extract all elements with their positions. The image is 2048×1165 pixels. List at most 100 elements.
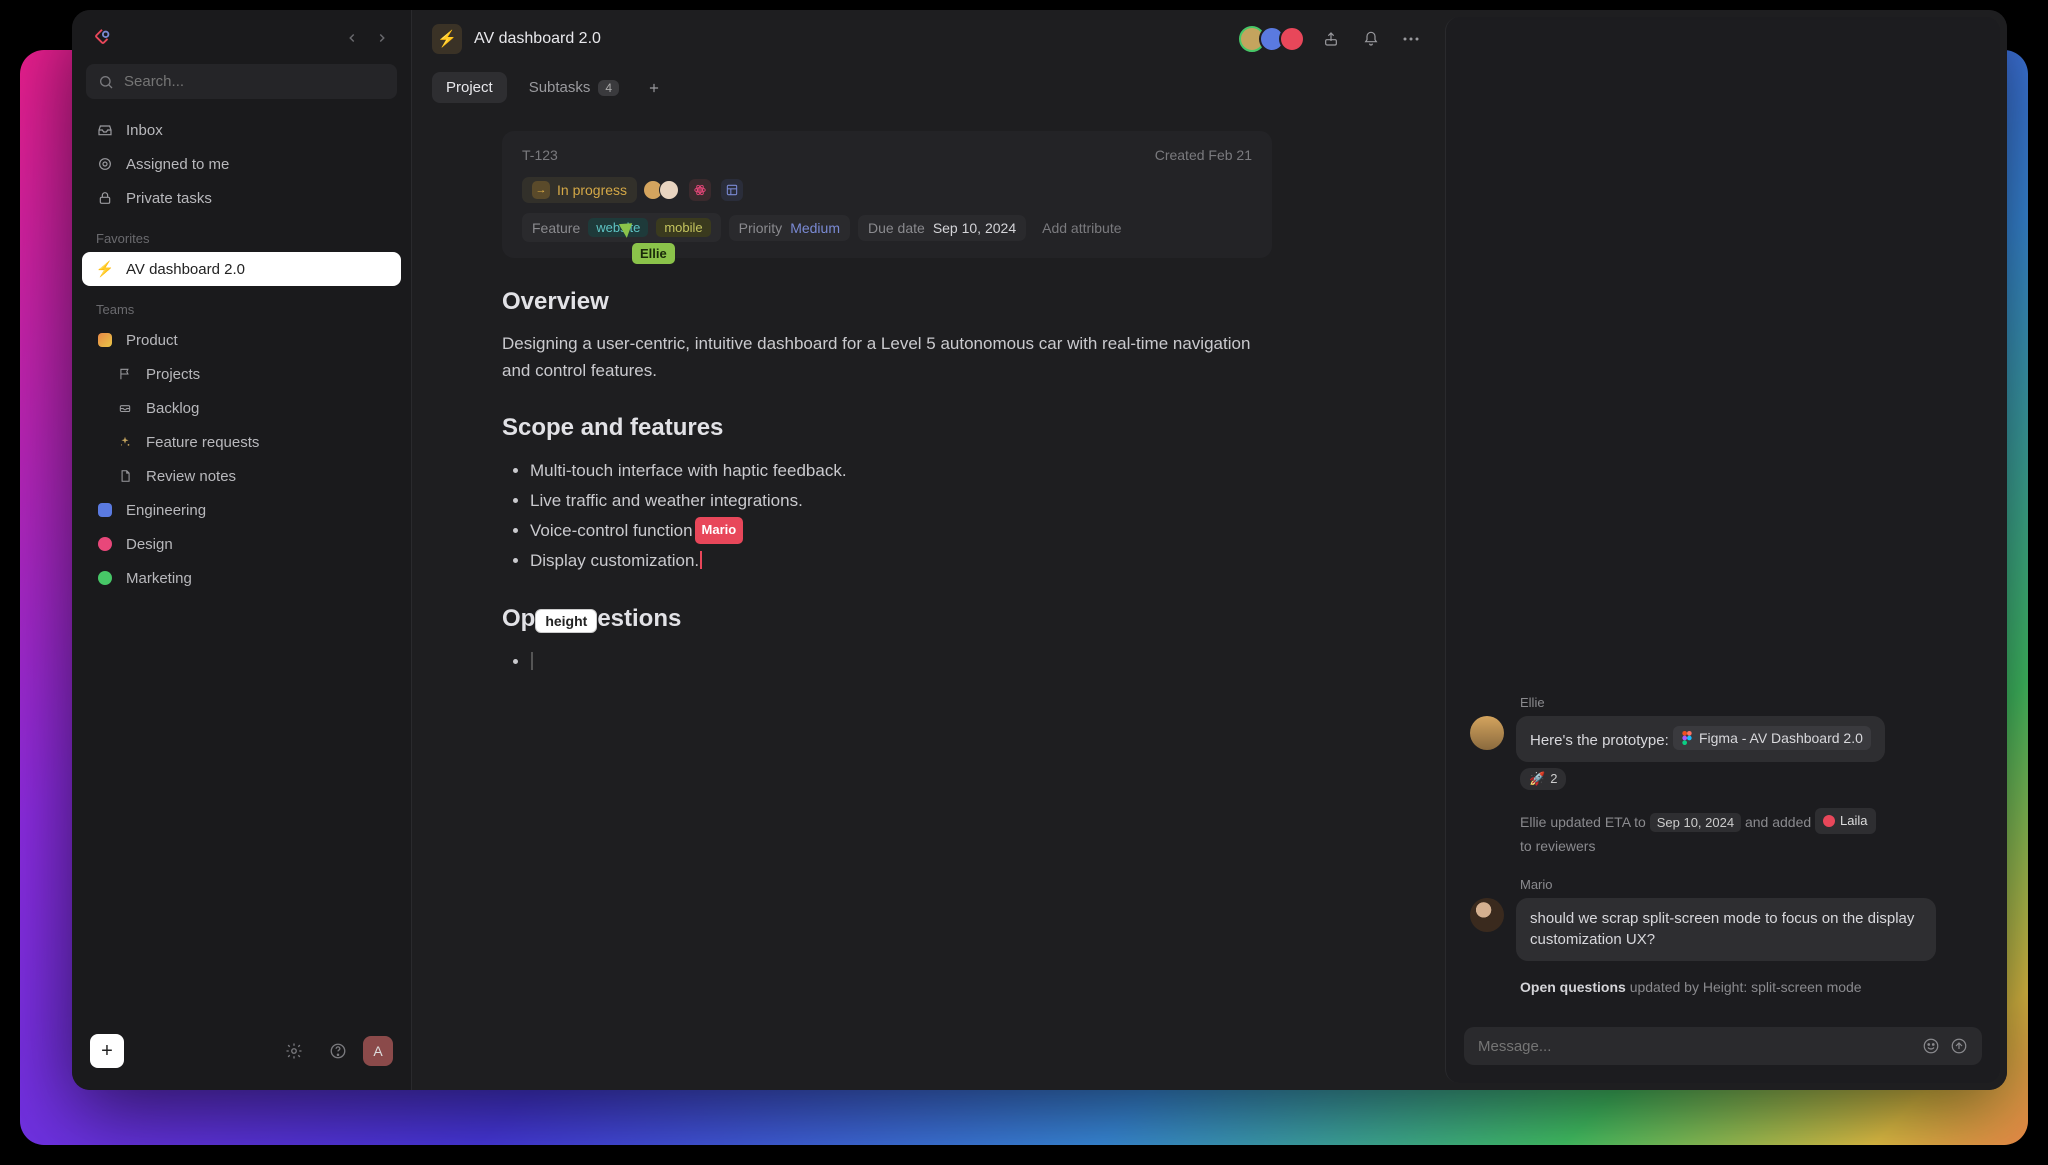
sidebar-item-feature-requests[interactable]: Feature requests xyxy=(82,425,401,459)
sidebar-label: Inbox xyxy=(126,122,163,139)
gear-icon xyxy=(285,1042,303,1060)
plus-icon xyxy=(647,81,661,95)
sparkle-icon xyxy=(116,433,134,451)
send-button[interactable] xyxy=(1950,1037,1968,1055)
list-item: Voice-control functionMario xyxy=(530,516,1272,546)
page-emoji-icon[interactable]: ⚡ xyxy=(432,24,462,54)
sidebar-label: Private tasks xyxy=(126,190,212,207)
flag-icon xyxy=(116,365,134,383)
task-id: T-123 xyxy=(522,147,558,163)
overview-heading: Overview xyxy=(502,288,1272,316)
sidebar-item-projects[interactable]: Projects xyxy=(82,357,401,391)
notifications-button[interactable] xyxy=(1357,25,1385,53)
figma-icon xyxy=(1681,731,1693,745)
attribute-priority[interactable]: Priority Medium xyxy=(729,215,850,241)
ellie-cursor-label: Ellie xyxy=(632,243,675,264)
bell-icon xyxy=(1363,31,1379,47)
sidebar-item-backlog[interactable]: Backlog xyxy=(82,391,401,425)
inbox-icon xyxy=(96,121,114,139)
tab-subtasks[interactable]: Subtasks 4 xyxy=(515,72,633,103)
attribute-due-date[interactable]: Due date Sep 10, 2024 xyxy=(858,215,1026,241)
search-field[interactable] xyxy=(124,73,385,90)
current-user-avatar[interactable]: A xyxy=(363,1036,393,1066)
status-arrow-icon: → xyxy=(532,181,550,199)
favorites-section-label: Favorites xyxy=(82,215,401,252)
scope-heading: Scope and features xyxy=(502,414,1272,442)
more-button[interactable] xyxy=(1397,25,1425,53)
nav-forward-button[interactable] xyxy=(369,25,395,51)
person-chip-laila[interactable]: Laila xyxy=(1815,808,1875,834)
sidebar-item-assigned[interactable]: Assigned to me xyxy=(82,147,401,181)
sidebar-item-inbox[interactable]: Inbox xyxy=(82,113,401,147)
send-icon xyxy=(1950,1037,1968,1055)
task-assignees[interactable] xyxy=(647,180,679,200)
share-button[interactable] xyxy=(1317,25,1345,53)
search-icon xyxy=(98,74,114,90)
task-metadata-card: T-123 Created Feb 21 → In progress xyxy=(502,131,1272,258)
list-item: Display customization. xyxy=(530,546,1272,576)
chat-message: Here's the prototype: Figma - AV Dashboa… xyxy=(1516,716,1885,762)
rocket-icon: 🚀 xyxy=(1529,771,1545,787)
sidebar-team-design[interactable]: Design xyxy=(82,527,401,561)
sidebar-label: Engineering xyxy=(126,502,206,519)
lock-icon xyxy=(96,189,114,207)
height-autocomplete-chip[interactable]: height xyxy=(535,609,597,633)
sidebar-team-product[interactable]: Product xyxy=(82,323,401,357)
list-item xyxy=(530,647,1272,677)
sidebar-label: Projects xyxy=(146,366,200,383)
task-created-date: Created Feb 21 xyxy=(1155,147,1252,163)
activity-date-chip: Sep 10, 2024 xyxy=(1650,813,1741,832)
doc-icon xyxy=(116,467,134,485)
add-tab-button[interactable] xyxy=(641,75,667,101)
app-window: Inbox Assigned to me Private tasks Favor… xyxy=(72,10,2007,1090)
help-icon xyxy=(329,1042,347,1060)
help-button[interactable] xyxy=(323,1036,353,1066)
team-product-icon xyxy=(96,331,114,349)
new-button[interactable]: + xyxy=(90,1034,124,1068)
tag-mobile[interactable]: mobile xyxy=(656,218,710,237)
figma-link-chip[interactable]: Figma - AV Dashboard 2.0 xyxy=(1673,726,1871,750)
add-attribute-button[interactable]: Add attribute xyxy=(1034,215,1129,241)
activity-eta-update: Ellie updated ETA to Sep 10, 2024 and ad… xyxy=(1520,808,1976,859)
sidebar-label: Backlog xyxy=(146,400,199,417)
emoji-button[interactable] xyxy=(1922,1037,1940,1055)
subtasks-count-badge: 4 xyxy=(598,80,619,96)
layout-icon[interactable] xyxy=(721,179,743,201)
tag-website[interactable]: website xyxy=(588,218,648,237)
chat-message: should we scrap split-screen mode to foc… xyxy=(1516,898,1936,962)
search-input[interactable] xyxy=(86,64,397,99)
team-design-icon xyxy=(96,535,114,553)
sidebar-favorite-av-dashboard[interactable]: ⚡ AV dashboard 2.0 xyxy=(82,252,401,286)
avatar-mario[interactable] xyxy=(1470,898,1504,932)
sidebar-label: Review notes xyxy=(146,468,236,485)
page-header: ⚡ AV dashboard 2.0 xyxy=(432,24,1425,54)
message-composer[interactable] xyxy=(1464,1027,1982,1065)
app-logo[interactable] xyxy=(88,24,116,52)
activity-panel: Ellie Here's the prototype: Figma - AV D… xyxy=(1445,17,2000,1083)
sidebar: Inbox Assigned to me Private tasks Favor… xyxy=(72,10,412,1090)
settings-button[interactable] xyxy=(279,1036,309,1066)
atom-icon[interactable] xyxy=(689,179,711,201)
sidebar-item-private[interactable]: Private tasks xyxy=(82,181,401,215)
reaction-chip[interactable]: 🚀 2 xyxy=(1520,768,1566,790)
tray-icon xyxy=(116,399,134,417)
open-questions-heading: Opheightestions xyxy=(502,605,1272,633)
task-status-pill[interactable]: → In progress xyxy=(522,177,637,203)
message-input[interactable] xyxy=(1478,1038,1912,1055)
document-body[interactable]: Overview Designing a user-centric, intui… xyxy=(502,288,1272,677)
target-icon xyxy=(96,155,114,173)
nav-back-button[interactable] xyxy=(339,25,365,51)
team-engineering-icon xyxy=(96,501,114,519)
team-marketing-icon xyxy=(96,569,114,587)
share-icon xyxy=(1323,31,1339,47)
sidebar-label: Product xyxy=(126,332,178,349)
sidebar-team-engineering[interactable]: Engineering xyxy=(82,493,401,527)
sidebar-team-marketing[interactable]: Marketing xyxy=(82,561,401,595)
list-item: Multi-touch interface with haptic feedba… xyxy=(530,456,1272,486)
sidebar-label: Feature requests xyxy=(146,434,259,451)
sidebar-item-review-notes[interactable]: Review notes xyxy=(82,459,401,493)
mario-caret-icon xyxy=(700,551,702,569)
avatar-ellie[interactable] xyxy=(1470,716,1504,750)
tab-project[interactable]: Project xyxy=(432,72,507,103)
collaborator-avatars[interactable] xyxy=(1245,26,1305,52)
